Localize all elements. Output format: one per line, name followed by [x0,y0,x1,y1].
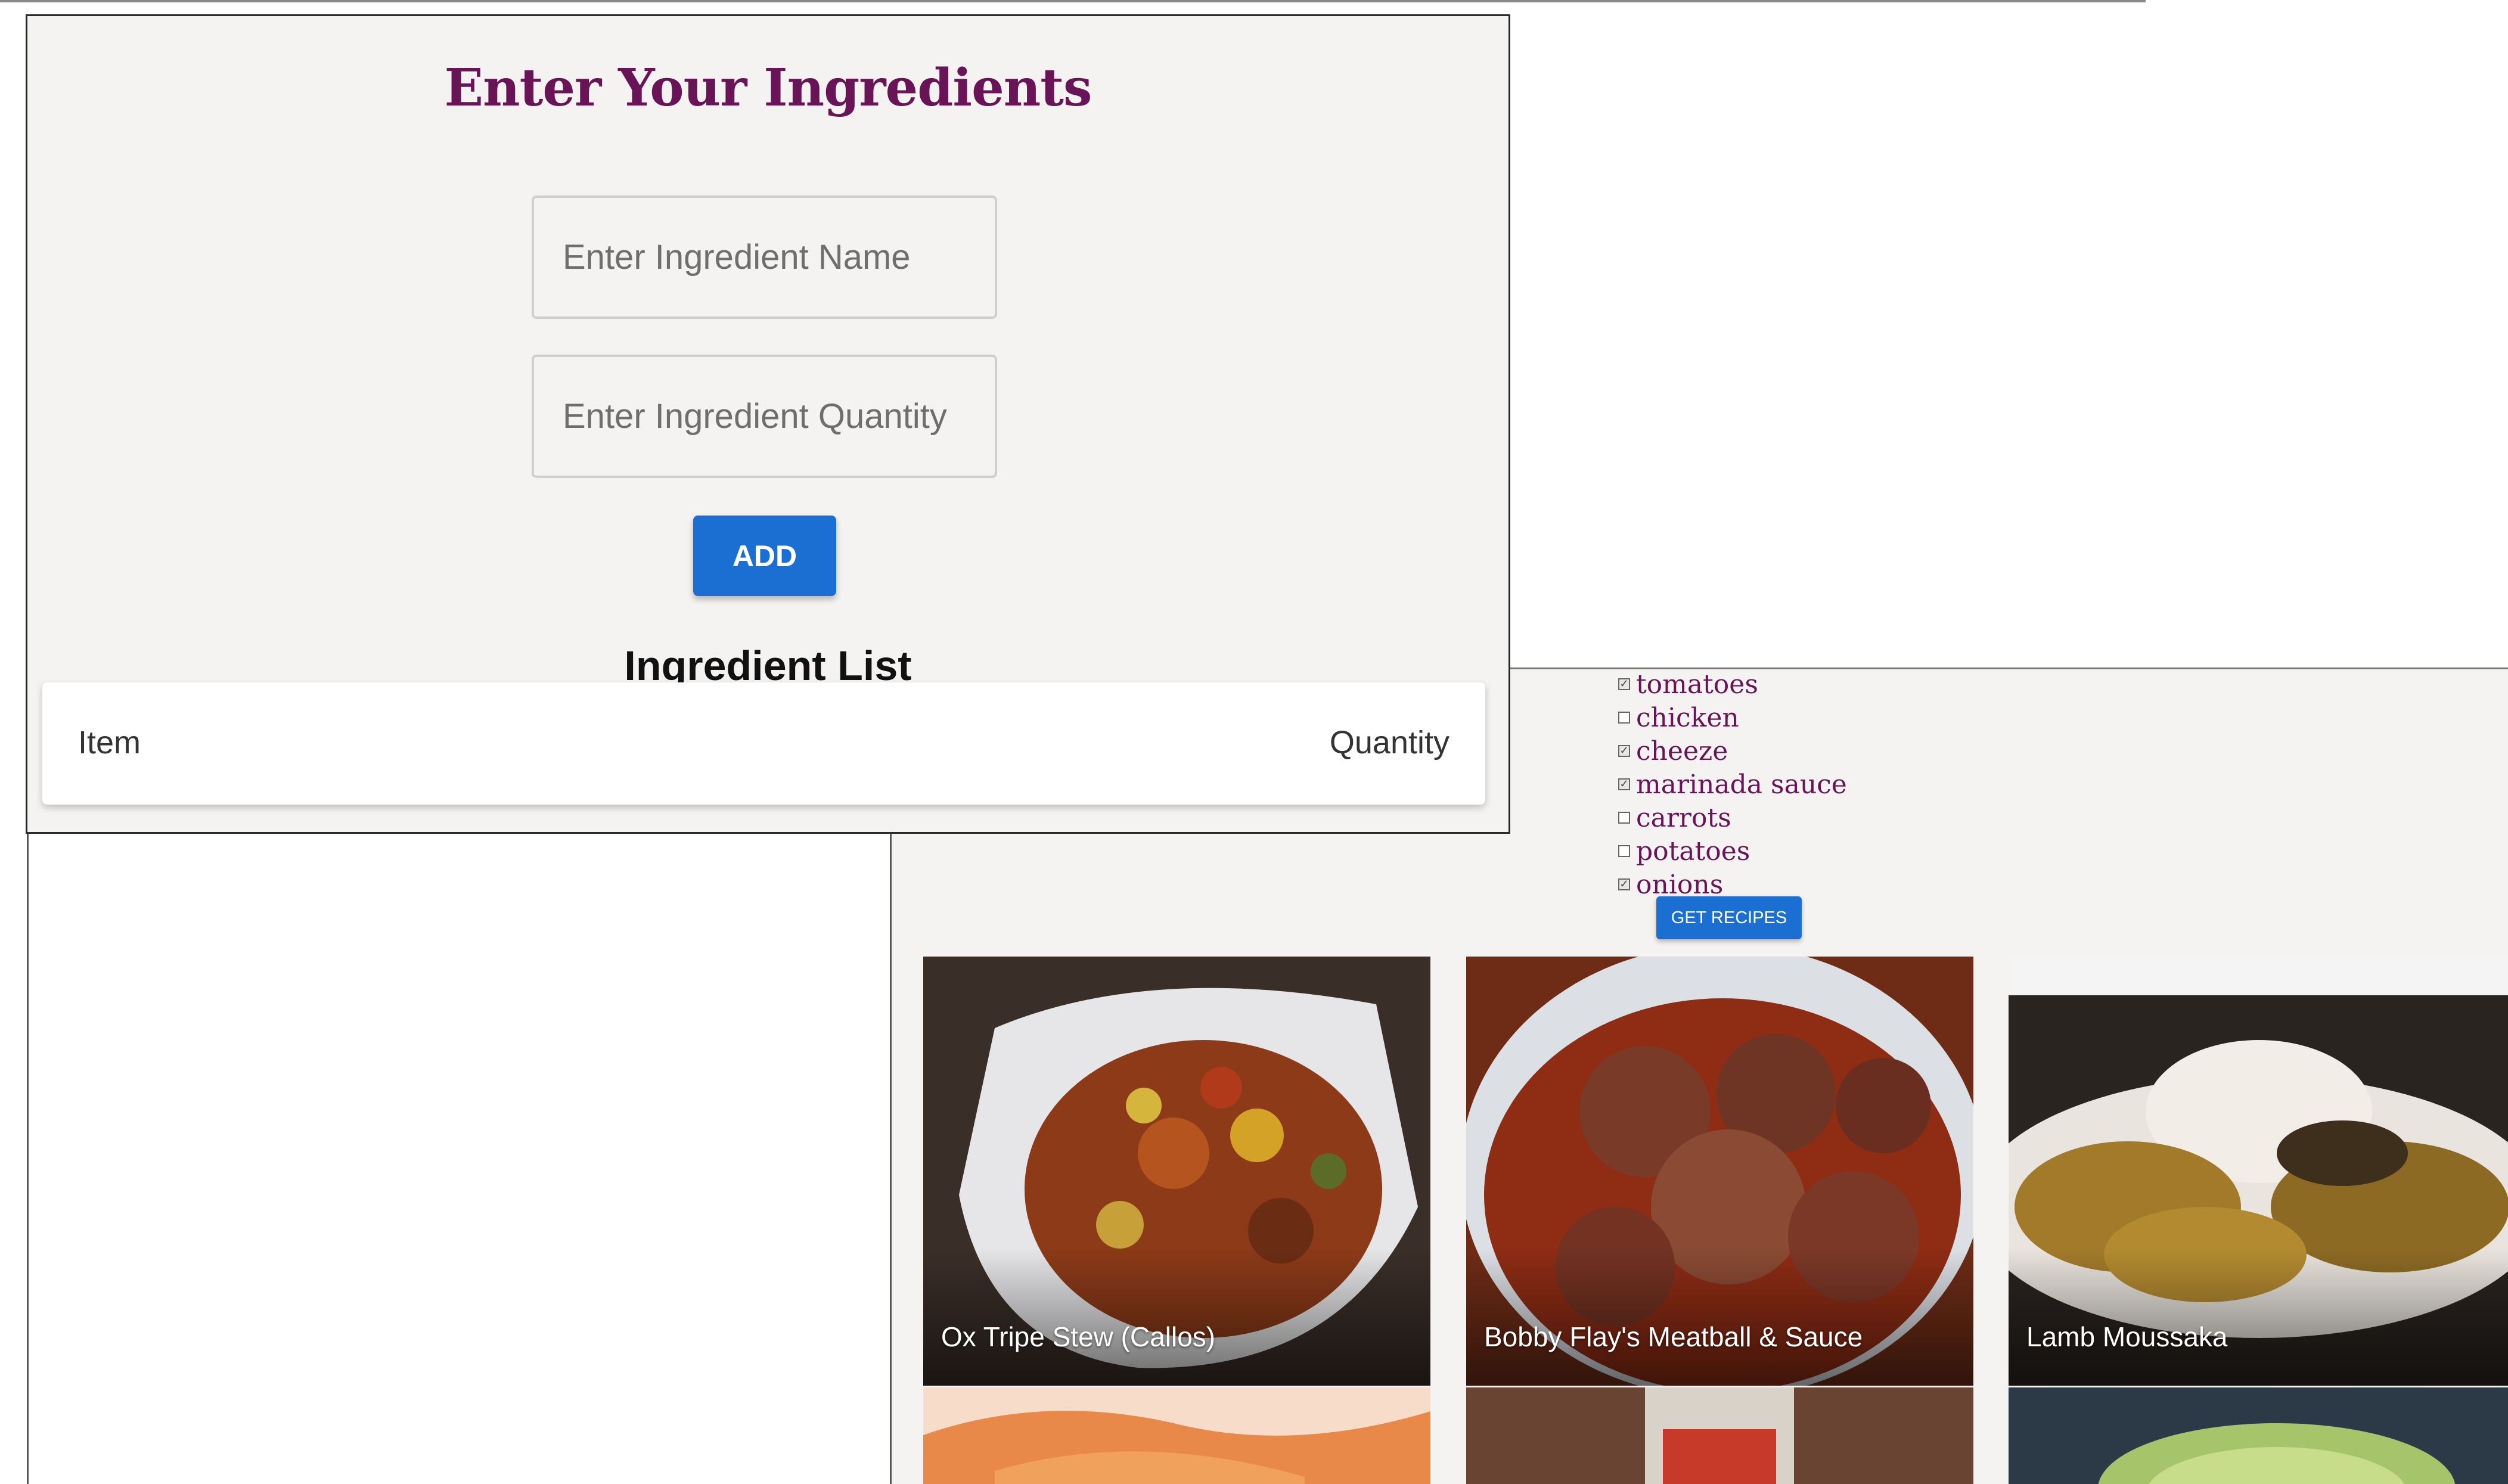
checkbox[interactable] [1618,812,1630,824]
get-recipes-button[interactable]: GET RECIPES [1656,896,1802,939]
checkbox[interactable]: ✓ [1618,778,1630,790]
recipe-photo [2009,1387,2508,1484]
recipe-title: Ox Tripe Stew (Callos) [941,1321,1216,1352]
checkbox[interactable] [1618,845,1630,857]
recipe-title: Bobby Flay's Meatball & Sauce [1484,1321,1863,1352]
column-header-quantity: Quantity [1329,725,1449,760]
checklist-label: cheeze [1636,735,1728,766]
page-title: Enter Your Ingredients [444,58,1092,118]
checklist-item[interactable]: ✓ marinada sauce [1618,768,1847,801]
checklist-item[interactable]: ✓ cheeze [1618,734,1847,768]
checklist-label: marinada sauce [1636,769,1847,800]
checklist-item[interactable]: carrots [1618,801,1847,834]
checkbox[interactable] [1618,712,1630,724]
recipe-photo [923,1387,1430,1484]
ingredient-checklist: ✓ tomatoes chicken ✓ cheeze ✓ marinada s… [1618,668,1847,901]
checklist-item[interactable]: ✓ tomatoes [1618,668,1847,701]
checklist-item[interactable]: potatoes [1618,834,1847,868]
checklist-label: tomatoes [1636,669,1758,700]
recipe-card[interactable] [2009,1387,2508,1484]
add-button[interactable]: ADD [693,516,836,596]
left-blank-area [27,834,890,1484]
recipe-card[interactable]: Bobby Flay's Meatball & Sauce [1466,957,1973,1386]
tile-shade [1466,1249,1973,1386]
checklist-label: potatoes [1636,836,1750,867]
top-divider [0,0,2146,2]
recipe-card[interactable] [923,1387,1430,1484]
checkbox[interactable]: ✓ [1618,678,1630,690]
checklist-label: chicken [1636,702,1739,733]
ingredient-form-card: Enter Your Ingredients ADD Ingredient Li… [26,14,1510,834]
checklist-label: carrots [1636,802,1731,833]
tile-shade [2009,1249,2508,1386]
tile-shade [923,1249,1430,1386]
checkbox[interactable]: ✓ [1618,878,1630,890]
ingredient-table: Item Quantity [42,682,1485,805]
column-header-item: Item [78,725,141,760]
checklist-item[interactable]: ✓ onions [1618,868,1847,901]
checklist-item[interactable]: chicken [1618,701,1847,734]
checklist-label: onions [1636,869,1724,900]
recipe-card[interactable]: Ox Tripe Stew (Callos) [923,957,1430,1386]
recipe-title: Lamb Moussaka [2026,1321,2228,1352]
recipe-card[interactable] [1466,1387,1973,1484]
ingredient-name-input[interactable] [532,195,997,319]
recipe-photo [1466,1387,1973,1484]
recipe-card[interactable]: Lamb Moussaka [2009,957,2508,1386]
checkbox[interactable]: ✓ [1618,745,1630,757]
ingredient-quantity-input[interactable] [532,355,997,478]
